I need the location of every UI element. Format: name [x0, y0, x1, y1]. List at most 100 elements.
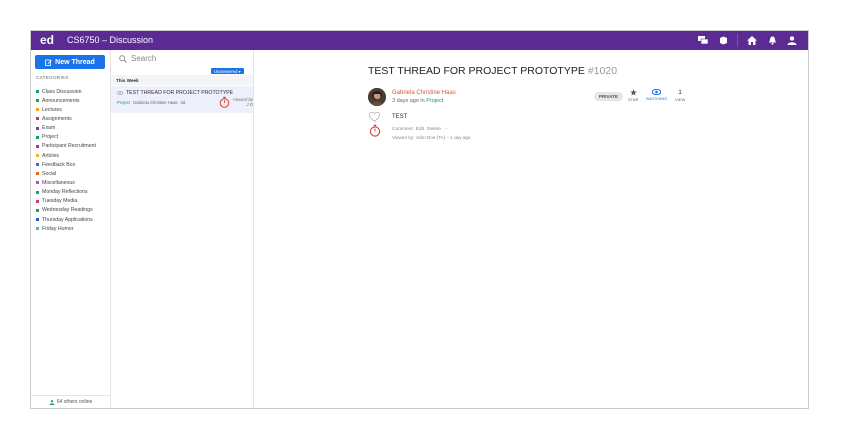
category-item[interactable]: Tuesday Media: [36, 197, 96, 206]
top-icons: [693, 34, 802, 47]
category-label: Feedback Box: [42, 161, 76, 168]
category-item[interactable]: Friday Humor: [36, 224, 96, 233]
eye-icon: [652, 89, 662, 95]
category-label: Class Discussion: [42, 88, 82, 95]
category-color-swatch: [36, 227, 39, 231]
category-color-swatch: [36, 181, 39, 185]
edit-icon: [45, 59, 52, 66]
category-item[interactable]: Exam: [36, 124, 96, 133]
viewed-by-label: Viewed by J D: [232, 97, 253, 107]
category-color-swatch: [36, 135, 39, 139]
category-color-swatch: [36, 190, 39, 194]
week-header: This Week: [111, 75, 253, 85]
heart-icon[interactable]: [369, 112, 380, 122]
star-button[interactable]: STAR: [628, 89, 638, 102]
course-title[interactable]: CS6750 – Discussion: [67, 35, 153, 45]
new-thread-label: New Thread: [55, 58, 95, 66]
post-category[interactable]: Project: [426, 98, 443, 104]
category-color-swatch: [36, 218, 39, 222]
thread-item-title-row: TEST THREAD FOR PROJECT PROTOTYPE: [117, 90, 233, 96]
category-label: Friday Humor: [42, 225, 74, 232]
thread-title-row: TEST THREAD FOR PROJECT PROTOTYPE #1020: [368, 65, 617, 77]
course-icon[interactable]: [713, 34, 733, 47]
delete-link[interactable]: Delete: [427, 127, 441, 132]
watching-label: WATCHING: [646, 96, 668, 101]
category-list: Class Discussion Announcements Lectures Ass…: [36, 87, 96, 233]
category-label: Lectures: [42, 106, 62, 113]
thread-item-author: Gabriela Christine Haas: [133, 100, 178, 105]
unanswered-filter[interactable]: Unanswered ▾: [211, 68, 244, 74]
category-item[interactable]: Feedback Box: [36, 160, 96, 169]
user-icon[interactable]: [782, 34, 802, 47]
categories-heading: CATEGORIES: [36, 75, 69, 80]
divider: [737, 34, 738, 47]
thread-list-panel: Search Unanswered ▾ This Week TEST THREA…: [111, 50, 254, 408]
category-item[interactable]: Project: [36, 133, 96, 142]
edit-link[interactable]: Edit: [416, 127, 424, 132]
category-item[interactable]: Social: [36, 169, 96, 178]
category-label: Project: [42, 134, 59, 141]
thread-list-item[interactable]: TEST THREAD FOR PROJECT PROTOTYPE Projec…: [111, 86, 253, 113]
category-item[interactable]: Class Discussion: [36, 87, 96, 96]
category-label: Wednesday Readings: [42, 207, 93, 214]
category-color-swatch: [36, 172, 39, 176]
post-meta: 3 days ago in Project: [392, 98, 443, 104]
category-item[interactable]: Monday Reflections: [36, 188, 96, 197]
category-color-swatch: [36, 163, 39, 167]
thread-item-category: Project: [117, 100, 131, 105]
category-item[interactable]: Wednesday Readings: [36, 206, 96, 215]
category-item[interactable]: Assignments: [36, 114, 96, 123]
view-count-value: 1: [678, 89, 682, 96]
category-item[interactable]: Miscellaneous: [36, 178, 96, 187]
new-thread-button[interactable]: New Thread: [35, 55, 105, 69]
ed-logo[interactable]: ed: [40, 33, 54, 47]
category-color-swatch: [36, 117, 39, 121]
search-input[interactable]: Search: [131, 54, 156, 63]
search-icon: [119, 54, 127, 63]
category-color-swatch: [36, 108, 39, 112]
thread-view: TEST THREAD FOR PROJECT PROTOTYPE #1020 G…: [254, 50, 808, 408]
view-count: 1 VIEW: [675, 89, 685, 102]
thread-number: #1020: [587, 65, 618, 77]
private-badge: PRIVATE: [594, 92, 623, 101]
avatar[interactable]: [368, 88, 386, 106]
category-label: Miscellaneous: [42, 179, 75, 186]
category-label: Thursday Applications: [42, 216, 93, 223]
stopwatch-icon: [369, 124, 381, 137]
thread-item-title: TEST THREAD FOR PROJECT PROTOTYPE: [126, 90, 234, 96]
category-item[interactable]: Announcements: [36, 96, 96, 105]
thread-item-viewed: Viewed by J D: [219, 96, 253, 108]
category-item[interactable]: Lectures: [36, 105, 96, 114]
viewed-by-text: Viewed by: John Doe (TA) – 1 day ago: [392, 135, 471, 140]
search-box[interactable]: Search: [119, 54, 156, 63]
author-name[interactable]: Gabriela Christine Haas: [392, 90, 456, 96]
category-label: Monday Reflections: [42, 189, 88, 196]
chat-icon[interactable]: [693, 34, 713, 47]
star-label: STAR: [628, 97, 639, 102]
stopwatch-icon: [219, 96, 230, 108]
category-label: Articles: [42, 152, 60, 159]
category-color-swatch: [36, 126, 39, 130]
category-color-swatch: [36, 99, 39, 103]
more-options-button[interactable]: ···: [444, 127, 449, 132]
post-actions: Comment Edit Delete ···: [392, 127, 449, 132]
sidebar: New Thread CATEGORIES Class Discussion An…: [31, 50, 111, 408]
online-count: 64 others online: [56, 399, 93, 405]
watching-button[interactable]: WATCHING: [646, 89, 667, 101]
bell-icon[interactable]: [762, 34, 782, 47]
category-item[interactable]: Thursday Applications: [36, 215, 96, 224]
category-label: Participant Recruitment: [42, 143, 96, 150]
category-color-swatch: [36, 144, 39, 148]
category-label: Social: [42, 170, 57, 177]
category-label: Tuesday Media: [42, 198, 78, 205]
post-time: 3 days ago in: [392, 98, 425, 104]
comment-link[interactable]: Comment: [392, 127, 413, 132]
eye-icon: [117, 91, 123, 95]
category-item[interactable]: Participant Recruitment: [36, 142, 96, 151]
online-status: 64 others online: [31, 395, 110, 408]
star-icon: [629, 89, 637, 96]
home-icon[interactable]: [742, 34, 762, 47]
category-item[interactable]: Articles: [36, 151, 96, 160]
post-text: TEST: [392, 114, 408, 120]
category-color-swatch: [36, 154, 39, 158]
